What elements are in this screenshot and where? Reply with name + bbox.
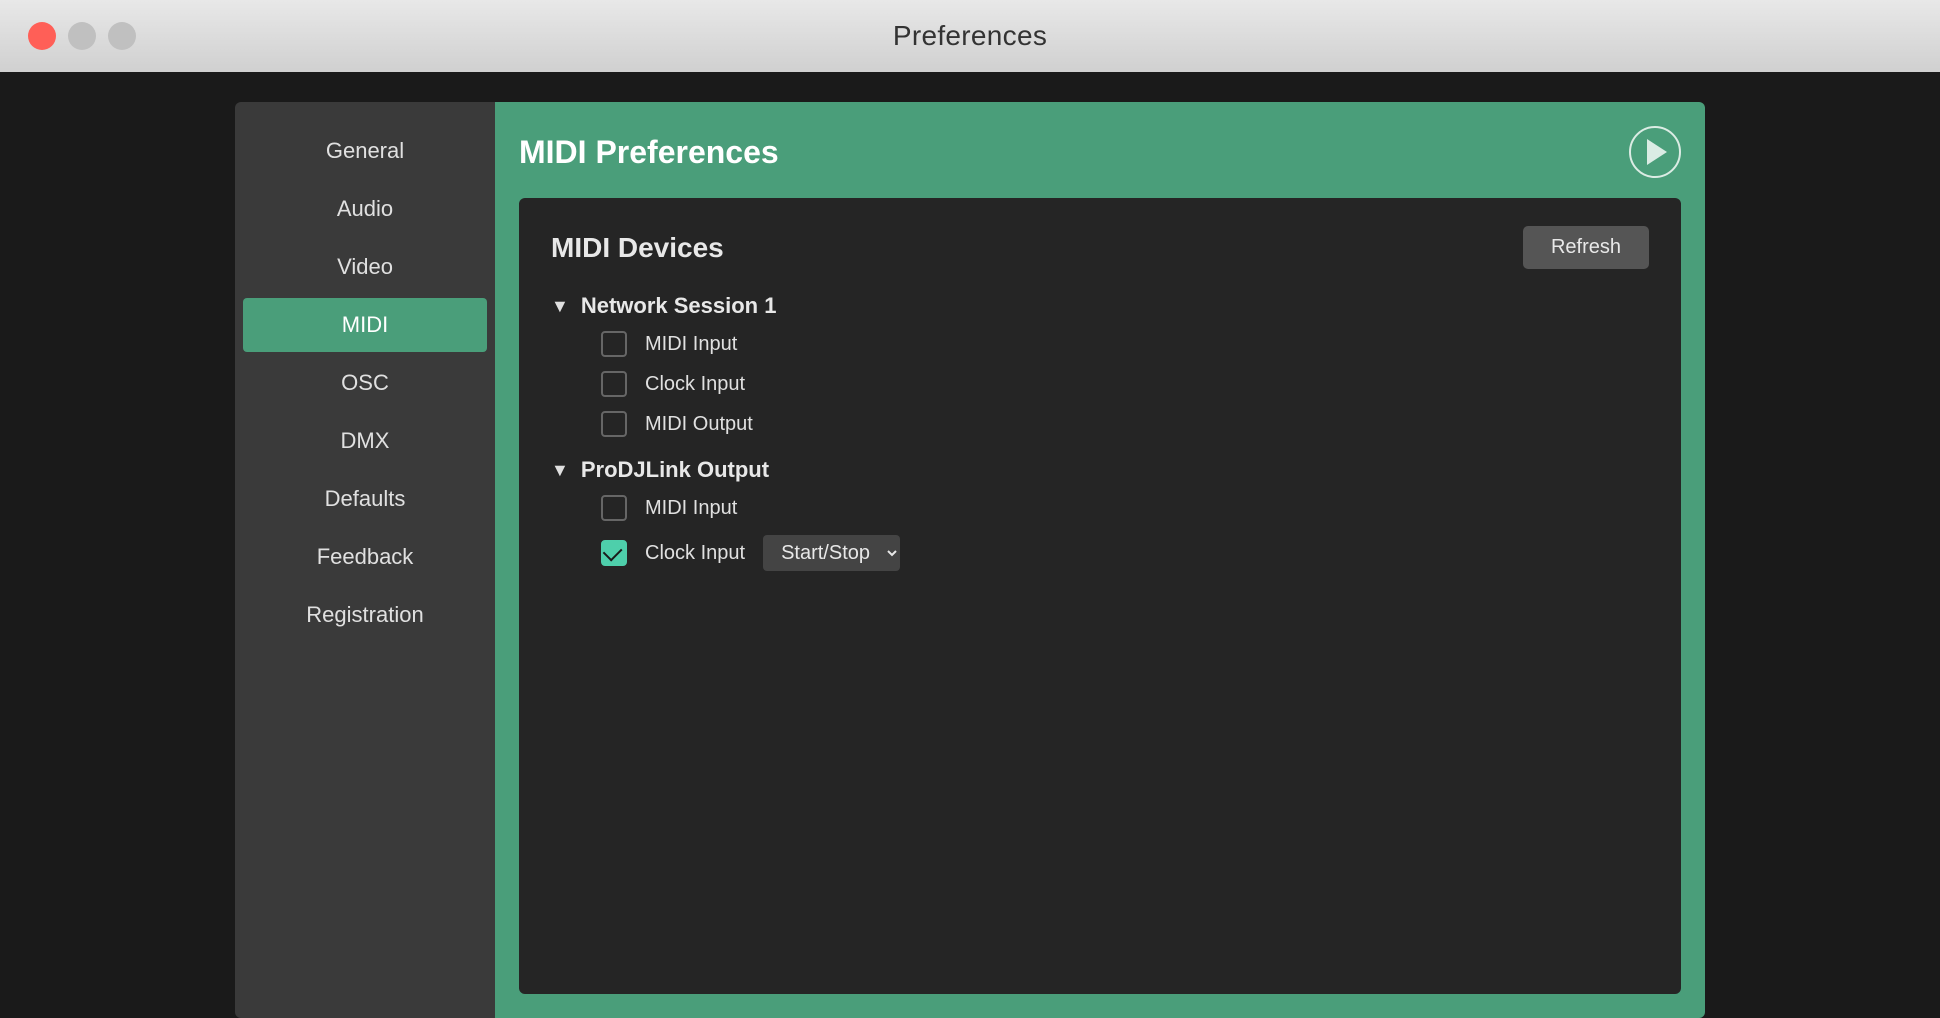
collapse-arrow-pdl[interactable]: ▼ [551,460,569,481]
section-header-ns1: ▼ Network Session 1 [551,293,1649,319]
list-item: Clock Input Start/Stop BPM Beat [601,535,1649,571]
sidebar-item-video[interactable]: Video [243,240,487,294]
collapse-arrow-ns1[interactable]: ▼ [551,296,569,317]
pdl-midi-input-checkbox[interactable] [601,495,627,521]
panel-header: MIDI Preferences [519,126,1681,178]
section-name-ns1: Network Session 1 [581,293,777,319]
ns1-midi-input-label: MIDI Input [645,333,737,356]
sidebar-item-general[interactable]: General [243,124,487,178]
sidebar-item-registration[interactable]: Registration [243,588,487,642]
devices-box: MIDI Devices Refresh ▼ Network Session 1… [519,198,1681,994]
sidebar-item-defaults[interactable]: Defaults [243,472,487,526]
devices-header: MIDI Devices Refresh [551,226,1649,269]
devices-title: MIDI Devices [551,232,724,264]
list-item: MIDI Input [601,331,1649,357]
minimize-button[interactable] [68,22,96,50]
pdl-clock-input-dropdown[interactable]: Start/Stop BPM Beat [763,535,900,571]
right-panel: MIDI Preferences MIDI Devices Refresh ▼ … [495,102,1705,1018]
sidebar: General Audio Video MIDI OSC DMX Default… [235,102,495,1018]
window-controls [28,22,136,50]
close-button[interactable] [28,22,56,50]
list-item: Clock Input [601,371,1649,397]
sidebar-item-dmx[interactable]: DMX [243,414,487,468]
section-network-session-1: ▼ Network Session 1 MIDI Input Clock Inp… [551,293,1649,437]
ns1-clock-input-label: Clock Input [645,373,745,396]
section-header-pdl: ▼ ProDJLink Output [551,457,1649,483]
sidebar-item-feedback[interactable]: Feedback [243,530,487,584]
section-prodjlink: ▼ ProDJLink Output MIDI Input Clock Inpu… [551,457,1649,571]
pdl-clock-input-checkbox[interactable] [601,540,627,566]
ns1-midi-output-checkbox[interactable] [601,411,627,437]
pdl-clock-input-label: Clock Input [645,542,745,565]
play-icon [1647,139,1667,165]
main-content: General Audio Video MIDI OSC DMX Default… [235,102,1705,1018]
panel-title: MIDI Preferences [519,134,779,171]
sidebar-item-midi[interactable]: MIDI [243,298,487,352]
window-title: Preferences [893,20,1047,52]
list-item: MIDI Output [601,411,1649,437]
pdl-midi-input-label: MIDI Input [645,497,737,520]
sidebar-item-audio[interactable]: Audio [243,182,487,236]
list-item: MIDI Input [601,495,1649,521]
titlebar: Preferences [0,0,1940,72]
maximize-button[interactable] [108,22,136,50]
play-button[interactable] [1629,126,1681,178]
section-name-pdl: ProDJLink Output [581,457,769,483]
ns1-midi-input-checkbox[interactable] [601,331,627,357]
refresh-button[interactable]: Refresh [1523,226,1649,269]
section-items-pdl: MIDI Input Clock Input Start/Stop BPM Be… [551,495,1649,571]
ns1-midi-output-label: MIDI Output [645,413,753,436]
sidebar-item-osc[interactable]: OSC [243,356,487,410]
ns1-clock-input-checkbox[interactable] [601,371,627,397]
section-items-ns1: MIDI Input Clock Input MIDI Output [551,331,1649,437]
